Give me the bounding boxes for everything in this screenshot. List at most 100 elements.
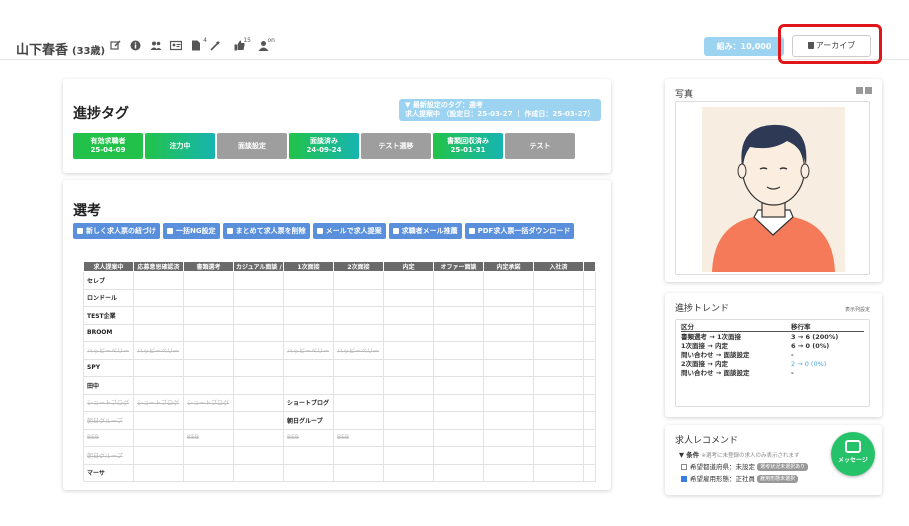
table-cell bbox=[133, 411, 184, 430]
tag-label: 有効求職者 bbox=[90, 137, 126, 145]
action-label: 一括NG設定 bbox=[176, 227, 216, 235]
table-cell[interactable]: ショートブログ bbox=[183, 393, 234, 412]
table-cell[interactable]: SPY bbox=[83, 358, 134, 377]
column-header[interactable]: 書類選考 bbox=[183, 261, 234, 272]
table-cell bbox=[283, 463, 334, 482]
age-text: (33歳) bbox=[72, 46, 106, 57]
table-cell bbox=[233, 271, 284, 290]
table-cell[interactable]: 田中 bbox=[83, 376, 134, 395]
pref-label: 希望都道府県： bbox=[690, 463, 736, 471]
action-icon bbox=[392, 228, 399, 234]
table-cell[interactable]: 朝日グループ bbox=[283, 411, 334, 430]
table-cell[interactable]: BROOM bbox=[83, 323, 134, 342]
progress-tag[interactable]: 面談済み 24-09-24 bbox=[289, 133, 359, 159]
column-header[interactable]: 1次面接 bbox=[283, 261, 334, 272]
table-cell[interactable]: セレブ bbox=[83, 271, 134, 290]
table-cell[interactable]: ハッピーペリー bbox=[133, 341, 184, 360]
table-cell-extra bbox=[583, 463, 596, 482]
table-cell[interactable]: 朝日グループ bbox=[83, 446, 134, 465]
table-cell bbox=[533, 306, 584, 325]
table-cell[interactable]: ショートブログ bbox=[83, 393, 134, 412]
pref-checkbox[interactable] bbox=[681, 464, 687, 470]
selection-title: 選考 bbox=[73, 203, 101, 219]
column-header[interactable]: 求人提案中 bbox=[83, 261, 134, 272]
selection-action-button[interactable]: 求職者メール推薦 bbox=[388, 223, 462, 239]
table-cell[interactable]: ショートブログ bbox=[283, 393, 334, 412]
condition-toggle[interactable]: ▼ 条件 bbox=[679, 451, 699, 459]
table-cell bbox=[433, 376, 484, 395]
table-cell[interactable]: BEB bbox=[333, 428, 384, 447]
progress-tag[interactable]: 注力中 bbox=[145, 133, 215, 159]
table-cell bbox=[533, 428, 584, 447]
users-icon[interactable] bbox=[150, 40, 162, 51]
table-cell[interactable]: ハッピーペリー bbox=[333, 341, 384, 360]
table-cell bbox=[233, 446, 284, 465]
column-header[interactable]: 2次面接 bbox=[333, 261, 384, 272]
column-settings-link[interactable]: 表示列設定 bbox=[845, 306, 870, 313]
progress-tag[interactable]: 面談設定 bbox=[217, 133, 287, 159]
table-cell bbox=[483, 463, 534, 482]
progress-tag[interactable]: 有効求職者 25-04-09 bbox=[73, 133, 143, 159]
photo-delete-icon[interactable] bbox=[865, 87, 872, 94]
progress-tag[interactable]: テスト bbox=[505, 133, 575, 159]
table-cell bbox=[383, 411, 434, 430]
selection-action-button[interactable]: PDF求人票一括ダウンロード bbox=[464, 223, 575, 239]
table-cell[interactable]: マーサ bbox=[83, 463, 134, 482]
selection-action-button[interactable]: 一括NG設定 bbox=[163, 223, 220, 239]
selection-action-button[interactable]: 新しく求人票の紐づけ bbox=[73, 223, 160, 239]
table-row: BROOM bbox=[83, 323, 596, 342]
table-cell[interactable]: BEB bbox=[83, 428, 134, 447]
table-cell bbox=[233, 428, 284, 447]
tag-date: 25-01-31 bbox=[450, 146, 486, 154]
selection-action-button[interactable]: まとめて求人票を削除 bbox=[222, 223, 310, 239]
magic-wand-icon[interactable] bbox=[210, 40, 221, 51]
column-header[interactable]: 内定 bbox=[383, 261, 434, 272]
table-cell bbox=[533, 341, 584, 360]
table-row: 朝日グループ 朝日グループ bbox=[83, 411, 596, 430]
document-icon[interactable]: 4 bbox=[190, 37, 207, 51]
user-status-icon[interactable]: on bbox=[258, 37, 275, 51]
table-cell bbox=[533, 288, 584, 307]
tag-label: 面談済み bbox=[310, 137, 338, 145]
column-header[interactable]: 入社済 bbox=[533, 261, 584, 272]
table-row: BEB BEB BEB BEB bbox=[83, 428, 596, 447]
edit-icon[interactable] bbox=[110, 40, 121, 51]
table-cell[interactable]: BEB bbox=[283, 428, 334, 447]
table-cell bbox=[483, 376, 534, 395]
column-header[interactable]: カジュアル面談 / bbox=[233, 261, 284, 272]
table-cell[interactable]: ロンドール bbox=[83, 288, 134, 307]
table-cell[interactable]: ハッピーペリー bbox=[83, 341, 134, 360]
table-cell[interactable]: 朝日グループ bbox=[83, 411, 134, 430]
trend-key: 問い合わせ → 面談設定 bbox=[681, 351, 750, 359]
recommend-condition[interactable]: ▼ 条件 ※選考に未登録の求人のみ表示されます bbox=[679, 449, 799, 459]
employment-checkbox[interactable] bbox=[681, 476, 687, 482]
table-cell bbox=[483, 446, 534, 465]
message-button[interactable]: メッセージ bbox=[831, 432, 875, 476]
read-badge: 組み：10,000 bbox=[704, 37, 784, 56]
column-header[interactable]: 内定承諾 bbox=[483, 261, 534, 272]
table-cell bbox=[233, 306, 284, 325]
table-cell bbox=[233, 288, 284, 307]
table-cell bbox=[183, 288, 234, 307]
table-cell-extra bbox=[583, 411, 596, 430]
table-cell[interactable]: BEB bbox=[183, 428, 234, 447]
table-cell bbox=[133, 271, 184, 290]
table-cell bbox=[133, 446, 184, 465]
table-cell[interactable]: ショートブログ bbox=[133, 393, 184, 412]
column-header[interactable]: オファー面談 bbox=[433, 261, 484, 272]
table-cell bbox=[433, 341, 484, 360]
table-cell bbox=[233, 358, 284, 377]
table-cell[interactable]: ハッピーペリー bbox=[283, 341, 334, 360]
selection-action-button[interactable]: メールで求人提案 bbox=[312, 223, 386, 239]
table-cell[interactable]: TEST企業 bbox=[83, 306, 134, 325]
photo-edit-icon[interactable] bbox=[856, 87, 863, 94]
info-icon[interactable] bbox=[130, 40, 141, 51]
id-card-icon[interactable] bbox=[169, 40, 183, 51]
table-cell bbox=[533, 463, 584, 482]
tag-label: 書類回収済み bbox=[447, 137, 489, 145]
progress-tag[interactable]: テスト選移 bbox=[361, 133, 431, 159]
thumbs-up-icon[interactable]: 15 bbox=[234, 37, 251, 51]
table-cell bbox=[183, 271, 234, 290]
progress-tag[interactable]: 書類回収済み 25-01-31 bbox=[433, 133, 503, 159]
column-header[interactable]: 応募意思確認済 bbox=[133, 261, 184, 272]
